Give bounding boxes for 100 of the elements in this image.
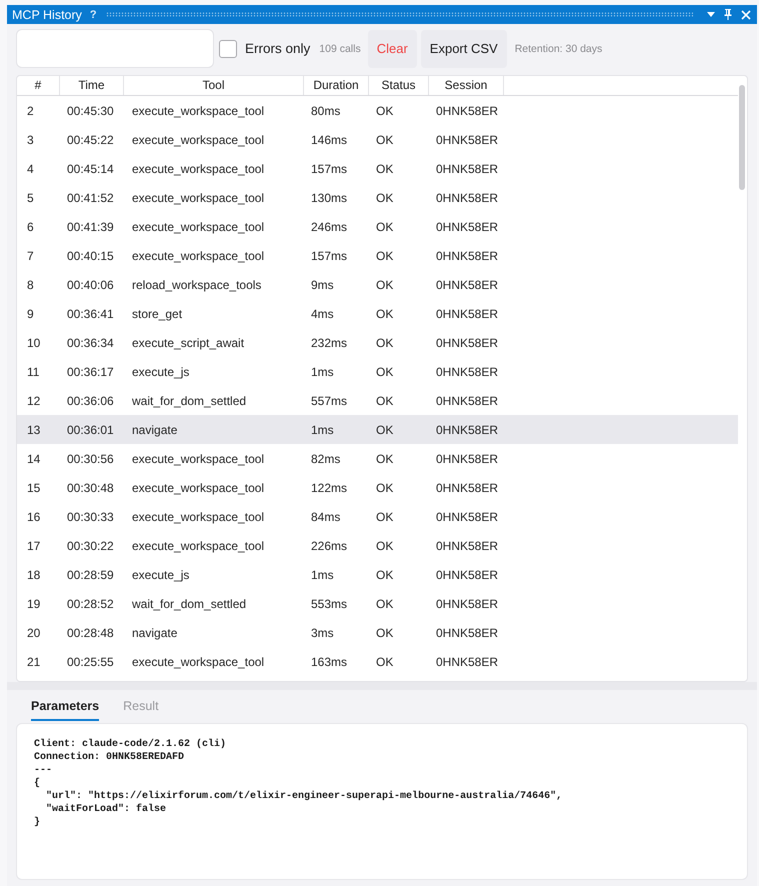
table-cell-text: execute_js bbox=[131, 364, 190, 378]
table-row[interactable]: 17 00:30:22 execute_workspace_tool 226ms OK 0HNK58ER bbox=[17, 531, 738, 560]
column-header[interactable]: Time bbox=[60, 76, 124, 95]
scrollbar-thumb[interactable] bbox=[739, 85, 745, 190]
search-field[interactable] bbox=[16, 29, 214, 68]
table-cell-text: OK bbox=[375, 596, 394, 610]
table-cell-text: execute_workspace_tool bbox=[131, 510, 264, 524]
table-cell-text: execute_workspace_tool bbox=[131, 162, 264, 176]
table-row[interactable]: 4 00:45:14 execute_workspace_tool 157ms OK 0HNK58ER bbox=[17, 154, 738, 183]
pin-icon[interactable] bbox=[724, 9, 732, 20]
table-cell-text: wait_for_dom_settled bbox=[131, 394, 246, 408]
table-row[interactable]: 18 00:28:59 execute_js 1ms OK 0HNK58ER bbox=[17, 560, 738, 589]
help-link[interactable]: ? bbox=[90, 6, 97, 24]
close-icon[interactable] bbox=[741, 10, 751, 20]
table-cell-text: OK bbox=[375, 538, 394, 552]
table-cell-text: 00:36:01 bbox=[66, 422, 114, 436]
table-cell-text: 1ms bbox=[310, 364, 334, 378]
table-cell-text: execute_workspace_tool bbox=[131, 452, 264, 466]
table-row[interactable]: 14 00:30:56 execute_workspace_tool 82ms OK 0HNK58ER bbox=[17, 444, 738, 473]
table-cell-text: 20 bbox=[26, 626, 40, 640]
table-cell-text: 0HNK58ER bbox=[435, 452, 498, 466]
table-cell-text: OK bbox=[375, 132, 394, 146]
table-cell-text: execute_workspace_tool bbox=[131, 104, 264, 118]
table-cell-text: 0HNK58ER bbox=[435, 336, 498, 350]
table-cell-text: execute_workspace_tool bbox=[131, 220, 264, 234]
table-row[interactable]: 19 00:28:52 wait_for_dom_settled 553ms OK 0HNK58ER bbox=[17, 589, 738, 618]
table-row[interactable]: 9 00:36:41 store_get 4ms OK 0HNK58ER bbox=[17, 299, 738, 328]
table-cell-text: 7 bbox=[26, 248, 34, 262]
errors-checkbox[interactable] bbox=[219, 40, 237, 58]
table-cell-text: 4ms bbox=[310, 306, 334, 320]
table-cell-text: OK bbox=[375, 104, 394, 118]
column-header[interactable]: Duration bbox=[304, 76, 369, 95]
table-row[interactable]: 7 00:40:15 execute_workspace_tool 157ms OK 0HNK58ER bbox=[17, 241, 738, 270]
table-cell-text: 557ms bbox=[310, 394, 348, 408]
tab[interactable]: Parameters bbox=[31, 698, 100, 721]
table-row[interactable]: 12 00:36:06 wait_for_dom_settled 557ms OK 0HNK58ER bbox=[17, 386, 738, 415]
table-cell-text: OK bbox=[375, 190, 394, 204]
table-cell-text: 00:40:15 bbox=[66, 248, 114, 262]
column-header[interactable]: # bbox=[17, 76, 60, 95]
table-cell-text: 00:41:39 bbox=[66, 220, 114, 234]
table-cell-text: execute_workspace_tool bbox=[131, 190, 264, 204]
table-cell-text: 10 bbox=[26, 336, 40, 350]
table-cell-text: 122ms bbox=[310, 480, 348, 494]
table-row[interactable]: 15 00:30:48 execute_workspace_tool 122ms OK 0HNK58ER bbox=[17, 473, 738, 502]
table-cell-text: 16 bbox=[26, 510, 40, 524]
table-row[interactable]: 13 00:36:01 navigate 1ms OK 0HNK58ER bbox=[17, 415, 738, 444]
table-row[interactable]: 16 00:30:33 execute_workspace_tool 84ms OK 0HNK58ER bbox=[17, 502, 738, 531]
table-cell-text: 14 bbox=[26, 452, 40, 466]
table-cell-text: execute_workspace_tool bbox=[131, 248, 264, 262]
export-button[interactable]: Export CSV bbox=[420, 30, 507, 68]
table-cell-text: 00:28:52 bbox=[66, 596, 114, 610]
table-cell-text: 21 bbox=[26, 654, 40, 668]
table-cell-text: 82ms bbox=[310, 452, 340, 466]
column-header[interactable]: Status bbox=[369, 76, 429, 95]
table-cell-text: OK bbox=[375, 248, 394, 262]
table-cell-text: 00:28:59 bbox=[66, 568, 114, 582]
table-cell-text: 0HNK58ER bbox=[435, 480, 498, 494]
table-cell-text: 00:41:52 bbox=[66, 190, 114, 204]
table-cell-text: 18 bbox=[26, 568, 40, 582]
table-cell-text: 6 bbox=[26, 220, 34, 234]
table-cell-text: 0HNK58ER bbox=[435, 654, 498, 668]
table-cell-text: 00:40:06 bbox=[66, 278, 114, 292]
table-cell-text: reload_workspace_tools bbox=[131, 278, 262, 292]
table-cell-text: navigate bbox=[131, 626, 178, 640]
table-cell-text: 9ms bbox=[310, 278, 334, 292]
table-row[interactable]: 11 00:36:17 execute_js 1ms OK 0HNK58ER bbox=[17, 357, 738, 386]
table-row[interactable]: 10 00:36:34 execute_script_await 232ms OK 0HNK58ER bbox=[17, 328, 738, 357]
column-header[interactable]: Tool bbox=[124, 76, 304, 95]
table-cell-text: 00:30:22 bbox=[66, 538, 114, 552]
table-cell-text: OK bbox=[375, 394, 394, 408]
table-row[interactable]: 3 00:45:22 execute_workspace_tool 146ms OK 0HNK58ER bbox=[17, 125, 738, 154]
table-row[interactable]: 8 00:40:06 reload_workspace_tools 9ms OK 0HNK58ER bbox=[17, 270, 738, 299]
table-row[interactable]: 5 00:41:52 execute_workspace_tool 130ms OK 0HNK58ER bbox=[17, 183, 738, 212]
table-cell-text: OK bbox=[375, 654, 394, 668]
table-cell-text: 0HNK58ER bbox=[435, 132, 498, 146]
checkbox-label[interactable]: Errors only bbox=[245, 41, 310, 56]
table-cell-text: execute_workspace_tool bbox=[131, 480, 264, 494]
table-cell-text: OK bbox=[375, 306, 394, 320]
table-row[interactable]: 20 00:28:48 navigate 3ms OK 0HNK58ER bbox=[17, 618, 738, 647]
table-cell-text: 00:45:14 bbox=[66, 162, 114, 176]
table-cell-text: 0HNK58ER bbox=[435, 538, 498, 552]
table-cell-text: OK bbox=[375, 480, 394, 494]
caret-icon[interactable] bbox=[707, 12, 715, 17]
table-cell-text: 00:45:30 bbox=[66, 104, 114, 118]
table-row[interactable]: 6 00:41:39 execute_workspace_tool 246ms OK 0HNK58ER bbox=[17, 212, 738, 241]
table-cell-text: 0HNK58ER bbox=[435, 190, 498, 204]
table-row[interactable]: 21 00:25:55 execute_workspace_tool 163ms OK 0HNK58ER bbox=[17, 647, 738, 676]
table-cell-text: 00:30:33 bbox=[66, 510, 114, 524]
table-cell-text: 0HNK58ER bbox=[435, 306, 498, 320]
table-cell-text: execute_script_await bbox=[131, 336, 244, 350]
table-cell-text: 00:36:17 bbox=[66, 364, 114, 378]
table-row[interactable]: 2 00:45:30 execute_workspace_tool 80ms OK 0HNK58ER bbox=[17, 96, 738, 125]
table-cell-text: OK bbox=[375, 510, 394, 524]
table-cell-text: 0HNK58ER bbox=[435, 422, 498, 436]
table-cell-text: 00:45:22 bbox=[66, 132, 114, 146]
column-header[interactable]: Session bbox=[429, 76, 504, 95]
table-cell-text: execute_workspace_tool bbox=[131, 538, 264, 552]
table-cell-text: 8 bbox=[26, 278, 34, 292]
table-cell-text: OK bbox=[375, 452, 394, 466]
table-cell-text: OK bbox=[375, 220, 394, 234]
